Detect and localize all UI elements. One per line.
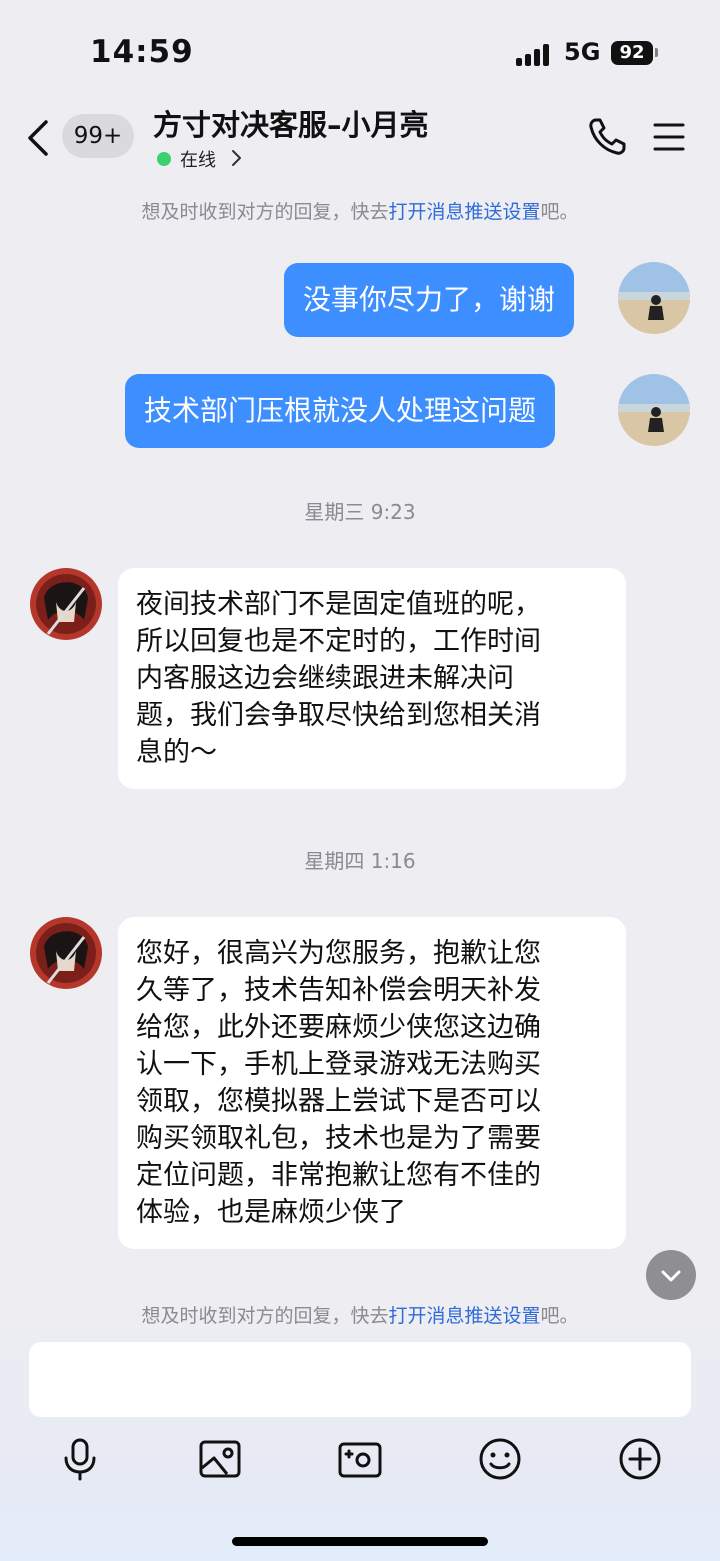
status-bar: 14:59 5G 92	[0, 0, 720, 100]
plus-icon[interactable]	[617, 1436, 663, 1482]
camera-icon[interactable]	[337, 1436, 383, 1482]
outgoing-message[interactable]: 技术部门压根就没人处理这问题	[125, 374, 556, 448]
network-type: 5G	[564, 38, 601, 66]
chevron-down-icon	[661, 1270, 681, 1282]
contact-name[interactable]: 方寸对决客服–小月亮	[153, 102, 429, 144]
unread-badge[interactable]: 99+	[62, 114, 134, 158]
agent-avatar[interactable]	[30, 917, 102, 989]
outgoing-message[interactable]: 没事你尽力了，谢谢	[284, 263, 575, 337]
online-status-dot	[157, 152, 171, 166]
signal-icon	[516, 44, 552, 66]
my-avatar[interactable]	[618, 262, 690, 334]
phone-icon[interactable]	[586, 116, 628, 158]
status-time: 14:59	[90, 34, 194, 70]
timestamp: 星期四 1:16	[304, 849, 416, 873]
image-icon[interactable]	[197, 1436, 243, 1482]
chat-header: 99+ 方寸对决客服–小月亮 在线	[0, 96, 720, 178]
notification-hint: 想及时收到对方的回复，快去打开消息推送设置吧。	[141, 201, 579, 223]
scroll-to-bottom-button[interactable]	[646, 1250, 696, 1300]
battery-tip	[655, 48, 658, 57]
notification-hint: 想及时收到对方的回复，快去打开消息推送设置吧。	[141, 1305, 579, 1327]
incoming-message[interactable]: 您好，很高兴为您服务，抱歉让您 久等了，技术告知补偿会明天补发 给您，此外还要麻…	[118, 917, 626, 1249]
push-settings-link[interactable]: 打开消息推送设置	[388, 201, 540, 223]
my-avatar[interactable]	[618, 374, 690, 446]
online-status[interactable]: 在线	[180, 146, 216, 172]
incoming-message[interactable]: 夜间技术部门不是固定值班的呢， 所以回复也是不定时的，工作时间 内客服这边会继续…	[118, 568, 626, 789]
agent-avatar[interactable]	[30, 568, 102, 640]
message-input[interactable]	[29, 1342, 691, 1417]
back-icon[interactable]	[24, 118, 54, 158]
microphone-icon[interactable]	[57, 1436, 103, 1482]
home-indicator[interactable]	[232, 1537, 488, 1546]
chevron-right-icon[interactable]	[230, 149, 242, 167]
emoji-icon[interactable]	[477, 1436, 523, 1482]
battery-icon: 92	[611, 41, 653, 65]
menu-icon[interactable]	[653, 122, 685, 152]
timestamp: 星期三 9:23	[304, 500, 416, 524]
push-settings-link[interactable]: 打开消息推送设置	[388, 1305, 540, 1327]
